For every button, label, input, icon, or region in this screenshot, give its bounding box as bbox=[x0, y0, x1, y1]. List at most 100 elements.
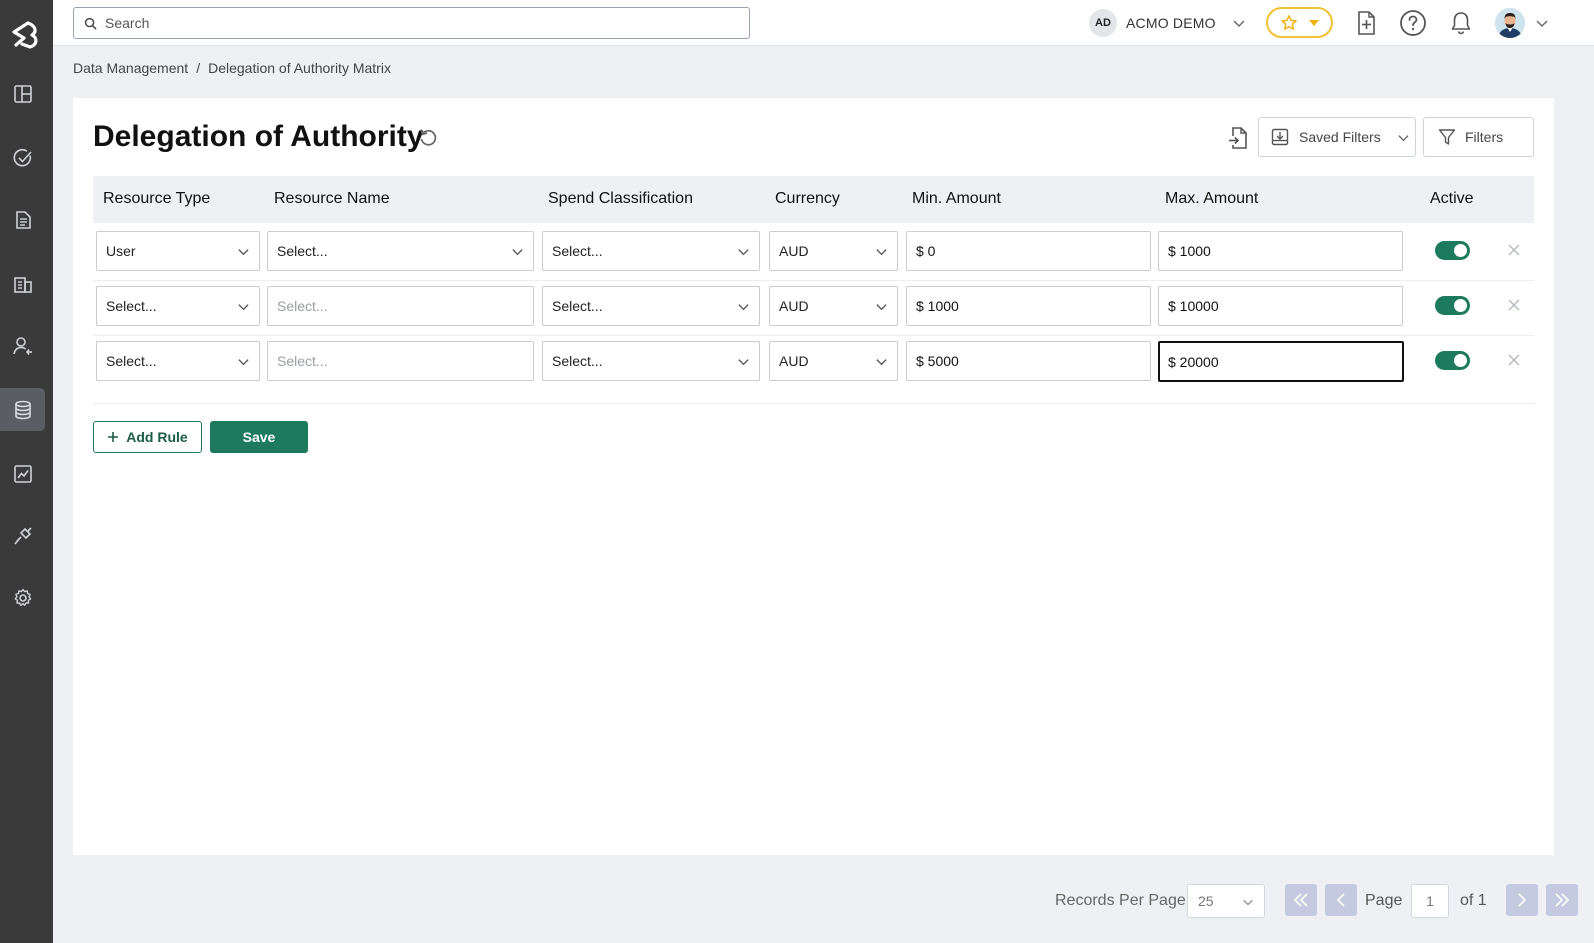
close-icon[interactable] bbox=[1507, 298, 1521, 312]
resource-name-select[interactable]: Select... bbox=[267, 231, 534, 271]
currency-value: AUD bbox=[779, 298, 809, 314]
app-logo[interactable] bbox=[6, 18, 46, 52]
filters-button[interactable]: Filters bbox=[1423, 117, 1534, 157]
org-name: ACMO DEMO bbox=[1126, 15, 1216, 31]
resource-name-select[interactable]: Select... bbox=[267, 286, 534, 326]
active-toggle[interactable] bbox=[1435, 241, 1470, 260]
currency-select[interactable]: AUD bbox=[769, 286, 898, 326]
spend-classification-select[interactable]: Select... bbox=[542, 231, 760, 271]
max-amount-input[interactable]: $ 10000 bbox=[1158, 286, 1403, 326]
total-pages-label: of 1 bbox=[1460, 892, 1487, 909]
sidebar-item-settings[interactable] bbox=[0, 576, 45, 619]
chevron-down-icon bbox=[738, 304, 749, 311]
chevron-down-icon bbox=[876, 304, 887, 311]
refresh-icon[interactable] bbox=[417, 126, 439, 148]
currency-select[interactable]: AUD bbox=[769, 341, 898, 381]
table-row: User Select... Select... AUD $ 0 $ 1000 bbox=[93, 226, 1534, 281]
min-amount-input[interactable]: $ 5000 bbox=[906, 341, 1151, 381]
chevron-down-icon bbox=[1243, 899, 1253, 906]
currency-value: AUD bbox=[779, 243, 809, 259]
sidebar-item-integrations[interactable] bbox=[0, 514, 45, 557]
resource-type-value: User bbox=[106, 243, 136, 259]
min-amount-input[interactable]: $ 1000 bbox=[906, 286, 1151, 326]
close-icon[interactable] bbox=[1507, 353, 1521, 367]
download-icon bbox=[1271, 128, 1289, 146]
currency-select[interactable]: AUD bbox=[769, 231, 898, 271]
first-page-button[interactable] bbox=[1285, 884, 1317, 916]
analytics-icon bbox=[13, 464, 32, 483]
column-header-currency: Currency bbox=[775, 190, 840, 207]
column-header-resource-type: Resource Type bbox=[103, 190, 211, 207]
user-avatar-image bbox=[1495, 8, 1525, 38]
records-per-page-label: Records Per Page bbox=[1055, 892, 1186, 909]
database-icon bbox=[14, 400, 31, 419]
sidebar-item-analytics[interactable] bbox=[0, 452, 45, 495]
resource-type-select[interactable]: Select... bbox=[96, 341, 260, 381]
plus-icon bbox=[108, 432, 119, 442]
previous-page-button[interactable] bbox=[1325, 884, 1357, 916]
resource-name-value: Select... bbox=[277, 243, 328, 259]
help-button[interactable] bbox=[1399, 9, 1427, 37]
export-button[interactable] bbox=[1225, 125, 1251, 151]
records-per-page-select[interactable]: 25 bbox=[1187, 884, 1265, 918]
sidebar-item-documents[interactable] bbox=[0, 198, 45, 241]
chevron-down-icon bbox=[876, 359, 887, 366]
breadcrumb-item-data-management[interactable]: Data Management bbox=[73, 60, 188, 76]
search-icon bbox=[84, 17, 97, 30]
chevron-down-icon bbox=[238, 304, 249, 311]
org-switcher[interactable]: AD ACMO DEMO bbox=[1089, 9, 1246, 37]
next-page-button[interactable] bbox=[1506, 884, 1538, 916]
buildings-icon bbox=[13, 276, 32, 293]
save-button[interactable]: Save bbox=[210, 421, 308, 453]
search-input[interactable] bbox=[105, 15, 705, 31]
table-row: Select... Select... Select... AUD $ 1000… bbox=[93, 281, 1534, 336]
max-amount-input[interactable]: $ 20000 bbox=[1158, 341, 1404, 382]
sidebar-item-dashboard[interactable] bbox=[0, 72, 45, 115]
max-amount-value: $ 1000 bbox=[1168, 243, 1211, 259]
new-document-button[interactable] bbox=[1352, 9, 1380, 37]
spend-classification-select[interactable]: Select... bbox=[542, 286, 760, 326]
dashboard-icon bbox=[13, 84, 32, 103]
top-bar: AD ACMO DEMO bbox=[53, 0, 1594, 46]
favorites-button[interactable] bbox=[1266, 7, 1333, 38]
search-box[interactable] bbox=[73, 7, 750, 39]
filter-icon bbox=[1438, 129, 1456, 145]
active-toggle[interactable] bbox=[1435, 296, 1470, 315]
add-rule-label: Add Rule bbox=[126, 429, 188, 445]
resource-type-select[interactable]: Select... bbox=[96, 286, 260, 326]
sidebar-item-buildings[interactable] bbox=[0, 262, 45, 305]
chevron-down-icon bbox=[512, 249, 523, 256]
sidebar-item-users[interactable] bbox=[0, 324, 45, 367]
sidebar-item-data-management[interactable] bbox=[0, 388, 45, 431]
user-avatar[interactable] bbox=[1495, 8, 1525, 38]
spend-classification-select[interactable]: Select... bbox=[542, 341, 760, 381]
max-amount-input[interactable]: $ 1000 bbox=[1158, 231, 1403, 271]
active-toggle[interactable] bbox=[1435, 351, 1470, 370]
min-amount-input[interactable]: $ 0 bbox=[906, 231, 1151, 271]
resource-name-select[interactable]: Select... bbox=[267, 341, 534, 381]
saved-filters-dropdown[interactable]: Saved Filters bbox=[1258, 117, 1416, 157]
chevron-right-icon bbox=[1518, 893, 1527, 907]
resource-type-select[interactable]: User bbox=[96, 231, 260, 271]
min-amount-value: $ 5000 bbox=[916, 353, 959, 369]
double-chevron-right-icon bbox=[1555, 893, 1570, 907]
chevron-down-icon bbox=[1398, 134, 1409, 141]
chevron-down-icon bbox=[738, 359, 749, 366]
breadcrumb-item-current: Delegation of Authority Matrix bbox=[208, 60, 391, 76]
double-chevron-left-icon bbox=[1293, 893, 1308, 907]
column-header-spend-classification: Spend Classification bbox=[548, 190, 693, 207]
close-icon[interactable] bbox=[1507, 243, 1521, 257]
min-amount-value: $ 1000 bbox=[916, 298, 959, 314]
resource-type-value: Select... bbox=[106, 298, 157, 314]
table-header: Resource Type Resource Name Spend Classi… bbox=[93, 176, 1534, 223]
add-rule-button[interactable]: Add Rule bbox=[93, 421, 202, 453]
sidebar bbox=[0, 0, 53, 943]
sidebar-item-tasks[interactable] bbox=[0, 136, 45, 179]
notifications-button[interactable] bbox=[1447, 9, 1475, 37]
documents-icon bbox=[15, 210, 31, 229]
filters-label: Filters bbox=[1465, 129, 1504, 145]
last-page-button[interactable] bbox=[1546, 884, 1578, 916]
page-number-input[interactable]: 1 bbox=[1411, 884, 1449, 918]
chevron-down-icon[interactable] bbox=[1535, 16, 1549, 30]
main-card: Delegation of Authority Saved Filters Fi… bbox=[73, 98, 1554, 855]
